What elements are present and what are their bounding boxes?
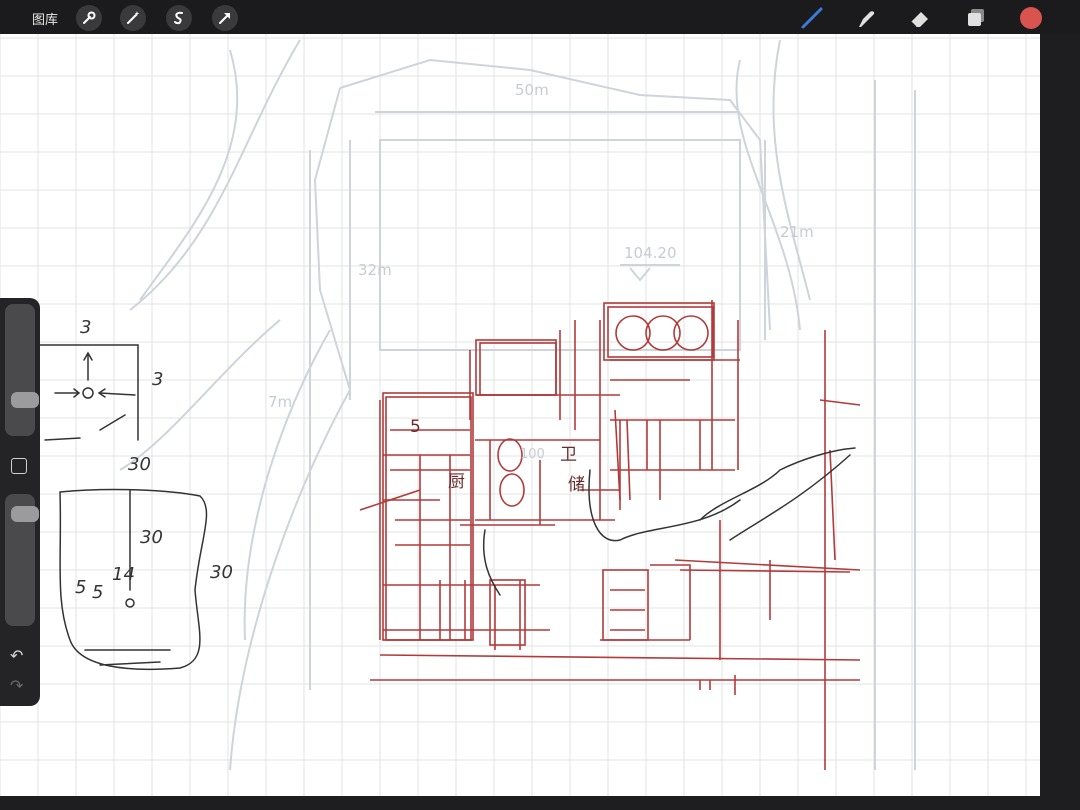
screen-edge-bottom — [0, 796, 1040, 810]
note-30-a: 30 — [128, 454, 151, 475]
selection-icon[interactable] — [166, 5, 192, 31]
label-21m: 21m — [780, 223, 814, 241]
note-14: 14 — [112, 564, 135, 585]
gallery-button[interactable]: 图库 — [32, 9, 58, 28]
label-elevation: 104.20 — [624, 244, 677, 262]
red-floorplan-sketch — [359, 300, 861, 770]
screen-edge-right — [1040, 34, 1080, 810]
label-7m: 7m — [268, 393, 292, 411]
transform-arrow-icon[interactable] — [212, 5, 238, 31]
modify-button[interactable] — [11, 458, 27, 474]
plan-note-5: 5 — [410, 417, 421, 437]
color-picker-button[interactable] — [1020, 7, 1042, 29]
side-toolbar: ↶ ↷ — [0, 298, 40, 706]
note-5-left: 5 — [75, 577, 86, 598]
plan-note-kitchen: 厨 — [448, 472, 465, 492]
plan-note-bath: 卫 — [560, 445, 577, 465]
brush-icon[interactable] — [798, 4, 826, 32]
canvas-grid — [0, 34, 1040, 796]
top-toolbar: 图库 — [0, 0, 1080, 34]
plan-note-100: 100 — [520, 447, 545, 462]
note-5: 5 — [92, 582, 103, 603]
note-30-b: 30 — [140, 527, 163, 548]
hand-notes: 3 3 30 30 30 5 14 5 — [75, 317, 233, 603]
label-50m: 50m — [515, 81, 549, 99]
magic-wand-icon[interactable] — [120, 5, 146, 31]
redo-icon[interactable]: ↷ — [10, 676, 23, 696]
undo-icon[interactable]: ↶ — [10, 646, 23, 666]
plan-note-storage: 储 — [568, 475, 585, 495]
note-3-top: 3 — [80, 317, 91, 338]
drawing-canvas[interactable]: 50m 32m 21m 104.20 7m 5 厨 卫 储 100 3 3 30… — [0, 34, 1040, 796]
brush-size-thumb[interactable] — [11, 392, 39, 409]
opacity-slider[interactable] — [5, 494, 39, 626]
layers-icon[interactable] — [962, 4, 990, 32]
note-30-c: 30 — [210, 562, 233, 583]
label-32m: 32m — [358, 261, 392, 279]
sketch-drawing: 50m 32m 21m 104.20 7m 5 厨 卫 储 100 3 3 30… — [0, 34, 1040, 796]
wrench-icon[interactable] — [76, 5, 102, 31]
opacity-thumb[interactable] — [11, 505, 39, 522]
brush-size-slider[interactable] — [5, 304, 39, 436]
note-3-right: 3 — [152, 369, 163, 390]
eraser-icon[interactable] — [906, 4, 934, 32]
smudge-icon[interactable] — [852, 4, 880, 32]
faint-site-sketch — [119, 39, 916, 771]
